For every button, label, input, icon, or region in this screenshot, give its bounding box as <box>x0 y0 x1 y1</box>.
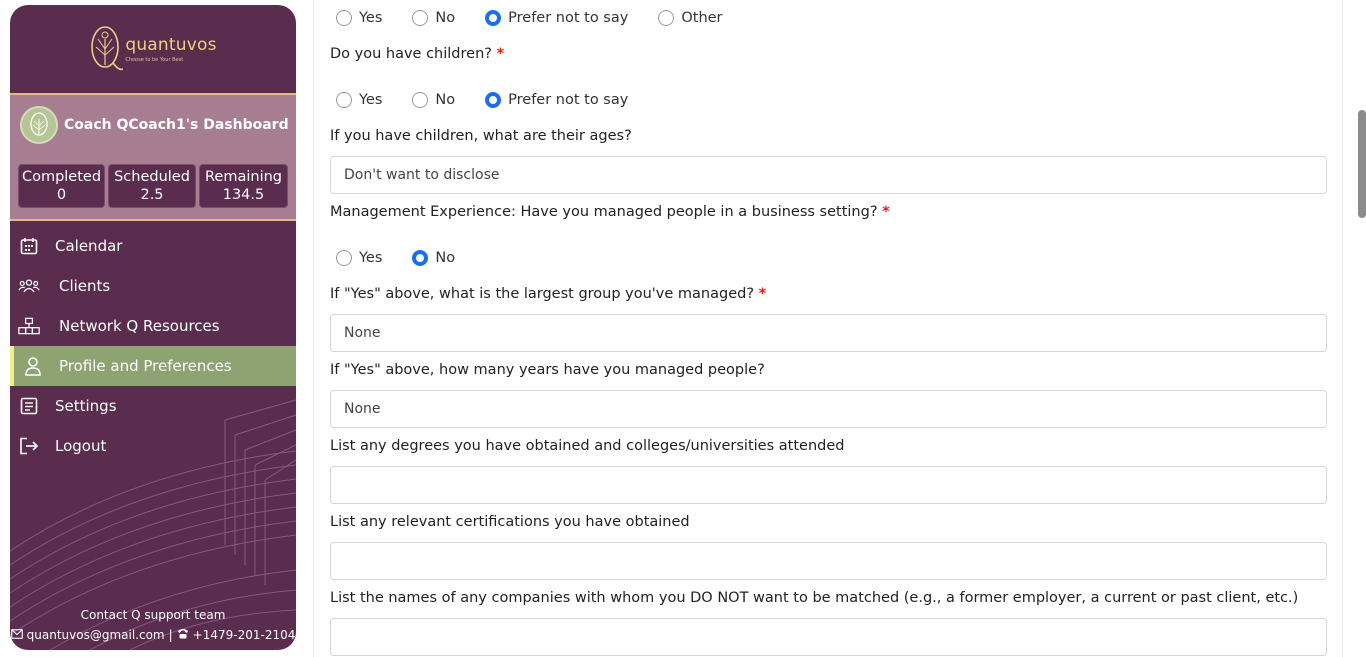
question-children-ages: If you have children, what are their age… <box>330 128 632 144</box>
sidebar-nav: Calendar Clients Network Q Resources Pro… <box>10 226 296 466</box>
radio-label: No <box>435 10 456 26</box>
mail-icon <box>10 628 23 642</box>
nav-clients[interactable]: Clients <box>10 266 296 306</box>
radio-option-prefer-not-to-say[interactable]: Prefer not to say <box>485 92 628 108</box>
support-email[interactable]: quantuvos@gmail.com <box>27 628 165 642</box>
question-largest-group: If "Yes" above, what is the largest grou… <box>330 286 766 302</box>
nav-logout[interactable]: Logout <box>10 426 296 466</box>
question-children: Do you have children? * <box>330 46 504 62</box>
radio-label: Yes <box>359 10 383 26</box>
stat-completed-label: Completed <box>21 169 102 185</box>
stat-remaining-label: Remaining <box>205 169 282 185</box>
radio-circle-selected[interactable] <box>485 92 502 108</box>
question-text: Do you have children? <box>330 46 492 62</box>
coach-dashboard-title: Coach QCoach1's Dashboard <box>64 117 289 133</box>
support-separator: | <box>168 628 173 642</box>
radio-group-management: Yes No <box>336 250 485 266</box>
radio-label: No <box>435 92 456 108</box>
largest-group-input[interactable]: None <box>330 314 1327 352</box>
question-certifications: List any relevant certifications you hav… <box>330 514 690 530</box>
required-marker: * <box>882 204 890 220</box>
support-phone[interactable]: +1479-201-2104 <box>193 628 296 642</box>
logo-tagline: Choose to be Your Best <box>125 57 184 63</box>
stat-completed: Completed 0 <box>18 164 105 208</box>
settings-icon <box>18 395 40 417</box>
question-excluded-companies: List the names of any companies with who… <box>330 590 1299 606</box>
nav-profile-and-preferences[interactable]: Profile and Preferences <box>10 346 296 386</box>
radio-group-children: Yes No Prefer not to say <box>336 92 658 108</box>
tree-avatar-icon <box>30 112 48 136</box>
stat-scheduled: Scheduled 2.5 <box>108 164 196 208</box>
avatar[interactable] <box>20 106 58 144</box>
degrees-input[interactable] <box>330 466 1327 504</box>
radio-label: Prefer not to say <box>508 10 629 26</box>
nav-profile-label: Profile and Preferences <box>59 357 232 375</box>
question-text: Management Experience: Have you managed … <box>330 204 878 220</box>
stat-remaining-value: 134.5 <box>222 187 265 203</box>
logo-area: quantuvos Choose to be Your Best <box>10 5 296 95</box>
network-icon <box>18 315 40 337</box>
question-degrees: List any degrees you have obtained and c… <box>330 438 845 454</box>
radio-circle[interactable] <box>412 10 429 26</box>
nav-clients-label: Clients <box>59 277 111 295</box>
question-management-experience: Management Experience: Have you managed … <box>330 204 890 220</box>
stat-completed-value: 0 <box>56 187 67 203</box>
radio-option-yes[interactable]: Yes <box>336 92 382 108</box>
nav-settings-label: Settings <box>55 397 117 415</box>
radio-option-yes[interactable]: Yes <box>336 10 382 26</box>
radio-option-no[interactable]: No <box>412 10 455 26</box>
user-icon <box>22 355 44 377</box>
logout-icon <box>18 435 40 457</box>
certifications-input[interactable] <box>330 542 1327 580</box>
logo-name: quantuvos <box>125 35 217 55</box>
radio-option-yes[interactable]: Yes <box>336 250 382 266</box>
radio-label: Other <box>681 10 723 26</box>
calendar-icon <box>18 235 40 257</box>
stat-scheduled-label: Scheduled <box>114 169 190 185</box>
children-ages-input[interactable]: Don't want to disclose <box>330 156 1327 194</box>
session-stats: Completed 0 Scheduled 2.5 Remaining 134.… <box>18 164 288 208</box>
nav-settings[interactable]: Settings <box>10 386 296 426</box>
radio-circle-selected[interactable] <box>485 10 502 26</box>
radio-circle[interactable] <box>658 10 675 26</box>
nav-calendar[interactable]: Calendar <box>10 226 296 266</box>
question-years-managed: If "Yes" above, how many years have you … <box>330 362 765 378</box>
radio-label: No <box>435 250 456 266</box>
coach-profile-panel: Coach QCoach1's Dashboard Completed 0 Sc… <box>10 95 296 221</box>
phone-icon <box>177 628 189 642</box>
radio-circle[interactable] <box>336 250 352 266</box>
support-contact: Contact Q support team quantuvos@gmail.c… <box>10 608 296 642</box>
excluded-companies-input[interactable] <box>330 618 1327 656</box>
scrollbar-thumb[interactable] <box>1358 110 1366 218</box>
radio-label: Yes <box>359 250 383 266</box>
radio-option-no[interactable]: No <box>412 92 455 108</box>
nav-network-q-resources[interactable]: Network Q Resources <box>10 306 296 346</box>
radio-group-previous-question: Yes No Prefer not to say Other <box>336 10 753 26</box>
radio-label: Yes <box>359 92 383 108</box>
radio-option-no[interactable]: No <box>412 250 455 266</box>
nav-logout-label: Logout <box>55 437 107 455</box>
question-text: If "Yes" above, what is the largest grou… <box>330 286 755 302</box>
support-title: Contact Q support team <box>80 608 226 622</box>
required-marker: * <box>758 286 767 302</box>
radio-circle-selected[interactable] <box>412 250 429 266</box>
stat-remaining: Remaining 134.5 <box>199 164 288 208</box>
radio-circle[interactable] <box>336 92 352 108</box>
nav-network-label: Network Q Resources <box>59 317 220 335</box>
required-marker: * <box>496 46 505 62</box>
stat-scheduled-value: 2.5 <box>140 187 164 203</box>
radio-option-prefer-not-to-say[interactable]: Prefer not to say <box>485 10 628 26</box>
radio-option-other[interactable]: Other <box>658 10 723 26</box>
years-managed-input[interactable]: None <box>330 390 1327 428</box>
nav-calendar-label: Calendar <box>55 237 123 255</box>
users-icon <box>18 275 40 297</box>
radio-label: Prefer not to say <box>508 92 629 108</box>
sidebar: quantuvos Choose to be Your Best Coach Q… <box>10 5 296 650</box>
radio-circle[interactable] <box>336 10 352 26</box>
quantuvos-logo[interactable]: quantuvos Choose to be Your Best <box>89 25 216 73</box>
radio-circle[interactable] <box>412 92 429 108</box>
tree-logo-icon <box>91 26 124 71</box>
